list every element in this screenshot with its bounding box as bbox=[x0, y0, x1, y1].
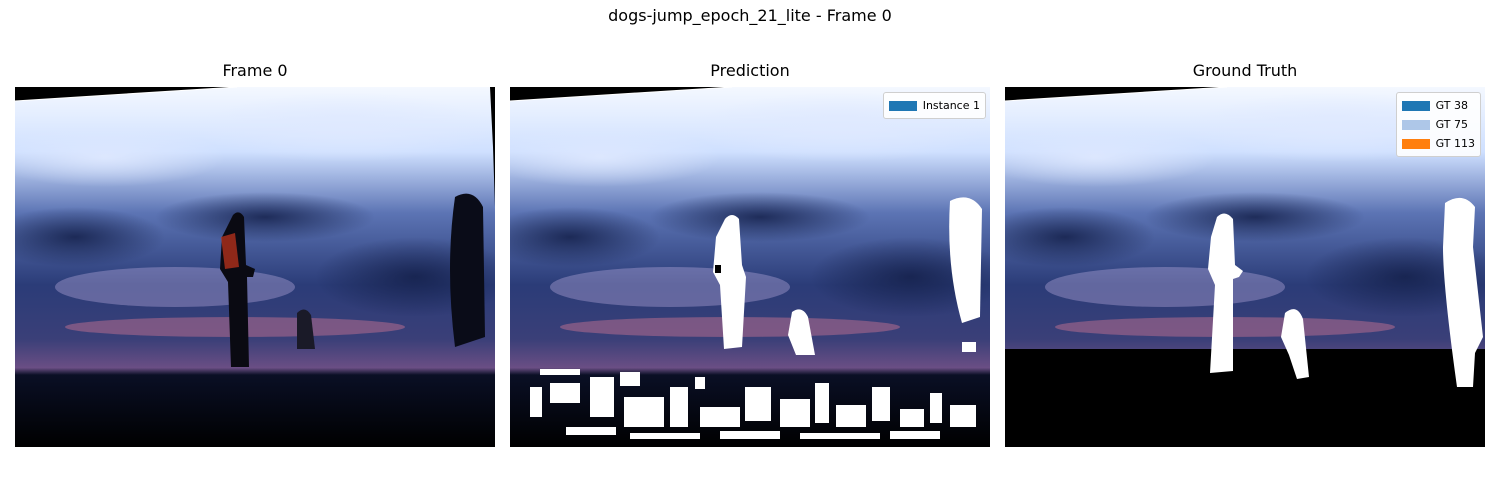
legend-label: GT 38 bbox=[1435, 99, 1469, 112]
figure-title: dogs-jump_epoch_21_lite - Frame 0 bbox=[608, 6, 892, 25]
legend-item: Instance 1 bbox=[888, 96, 980, 115]
frame-panel-title: Frame 0 bbox=[222, 61, 288, 80]
legend-label: GT 113 bbox=[1435, 137, 1475, 150]
legend-item: GT 113 bbox=[1401, 134, 1475, 153]
legend-item: GT 38 bbox=[1401, 96, 1475, 115]
legend-swatch bbox=[1401, 138, 1430, 149]
prediction-image bbox=[510, 87, 990, 447]
legend-label: Instance 1 bbox=[922, 99, 980, 112]
prediction-legend: Instance 1 bbox=[882, 92, 986, 119]
legend-swatch bbox=[1401, 119, 1430, 130]
ground-truth-panel: Ground Truth GT 38 GT 75 GT 113 bbox=[1005, 60, 1485, 447]
frame-panel: Frame 0 bbox=[15, 60, 495, 447]
legend-label: GT 75 bbox=[1435, 118, 1469, 131]
prediction-panel-title: Prediction bbox=[710, 61, 790, 80]
ground-truth-legend: GT 38 GT 75 GT 113 bbox=[1395, 92, 1481, 157]
ground-truth-panel-title: Ground Truth bbox=[1192, 61, 1298, 80]
legend-swatch bbox=[1401, 100, 1430, 111]
legend-swatch bbox=[888, 100, 917, 111]
legend-item: GT 75 bbox=[1401, 115, 1475, 134]
prediction-panel: Prediction Instance 1 bbox=[510, 60, 990, 447]
frame-image bbox=[15, 87, 495, 447]
